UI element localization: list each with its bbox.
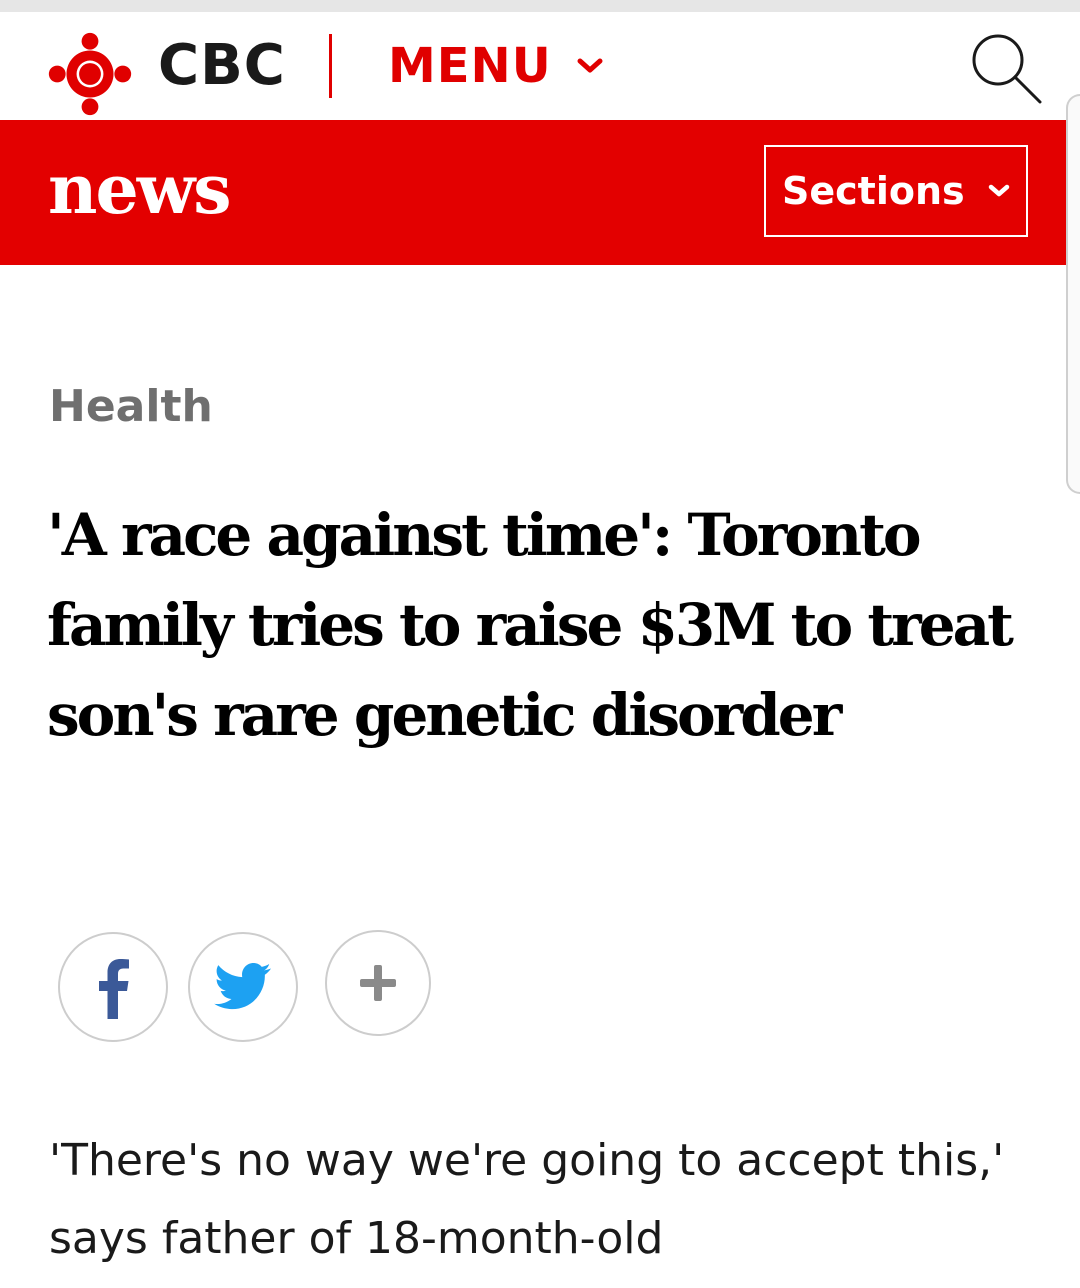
brand-name[interactable]: CBC <box>158 34 286 98</box>
sections-label: Sections <box>782 169 965 213</box>
category-link[interactable]: Health <box>49 380 213 434</box>
more-share-button[interactable] <box>325 930 431 1036</box>
article-deck: 'There's no way we're going to accept th… <box>49 1135 1005 1264</box>
menu-label: MENU <box>388 38 552 94</box>
chevron-down-icon <box>988 184 1009 197</box>
facebook-share-button[interactable] <box>58 932 168 1042</box>
chevron-down-icon <box>577 58 603 73</box>
twitter-icon <box>214 963 271 1010</box>
header-divider <box>329 34 332 98</box>
top-navigation-bar: CBC MENU <box>0 12 1080 120</box>
article-headline: 'A race against time': Toronto family tr… <box>47 501 1014 749</box>
twitter-share-button[interactable] <box>188 932 298 1042</box>
sections-button[interactable]: Sections <box>764 145 1028 237</box>
news-section-bar: news Sections <box>0 120 1066 265</box>
search-button[interactable] <box>966 30 1046 106</box>
status-strip <box>0 0 1080 12</box>
cbc-gem-logo-icon[interactable] <box>48 32 132 116</box>
facebook-icon <box>99 959 129 1019</box>
news-wordmark[interactable]: news <box>48 150 232 230</box>
scrollbar[interactable] <box>1066 94 1080 494</box>
search-icon <box>972 34 1042 104</box>
plus-icon <box>360 965 396 1001</box>
menu-button[interactable]: MENU <box>388 34 604 98</box>
